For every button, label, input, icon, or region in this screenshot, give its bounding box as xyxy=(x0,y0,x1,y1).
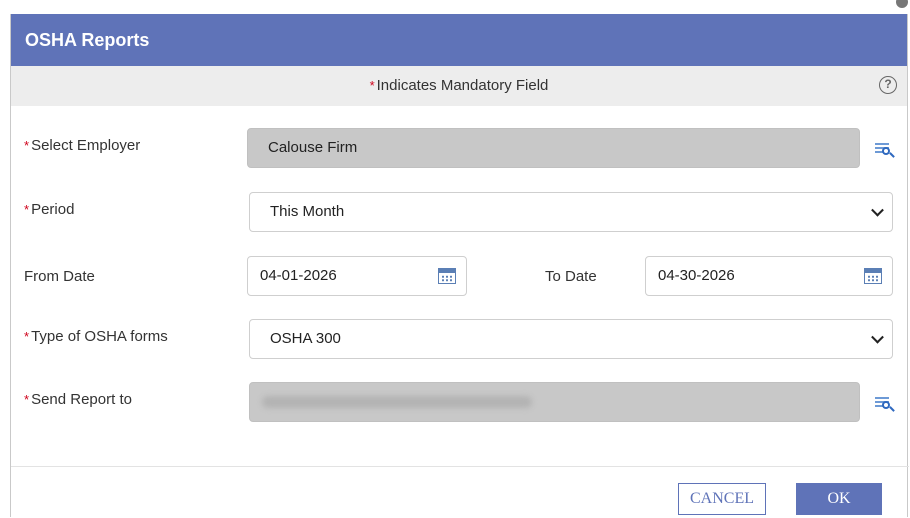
period-label: * Period xyxy=(24,201,75,218)
to-date-calendar-icon[interactable] xyxy=(864,268,882,284)
employer-row: * Select Employer Calouse Firm xyxy=(11,128,909,168)
date-row: From Date 04-01-2026 To Date 04-30-2026 xyxy=(11,256,909,296)
send-report-row: * Send Report to xyxy=(11,382,909,422)
send-report-label: * Send Report to xyxy=(24,391,132,408)
period-select[interactable]: This Month xyxy=(249,192,893,232)
required-marker: * xyxy=(369,78,375,93)
period-row: * Period This Month xyxy=(11,192,909,232)
mandatory-note-text: Indicates Mandatory Field xyxy=(376,77,549,94)
help-icon[interactable]: ? xyxy=(879,76,897,94)
to-date-value: 04-30-2026 xyxy=(658,267,735,284)
from-date-value: 04-01-2026 xyxy=(260,267,337,284)
dialog-title: OSHA Reports xyxy=(11,14,907,66)
dialog-footer: CANCEL OK xyxy=(11,466,909,518)
employer-lookup-icon[interactable] xyxy=(875,142,895,160)
chevron-down-icon xyxy=(871,203,884,217)
osha-form-type-row: * Type of OSHA forms OSHA 300 xyxy=(11,319,909,359)
employer-value: Calouse Firm xyxy=(268,139,358,156)
ok-button[interactable]: OK xyxy=(796,483,882,515)
send-report-field[interactable] xyxy=(249,382,860,422)
from-date-label: From Date xyxy=(24,268,95,285)
osha-form-type-value: OSHA 300 xyxy=(270,330,341,347)
cancel-button[interactable]: CANCEL xyxy=(678,483,766,515)
redacted-recipient xyxy=(262,396,532,408)
osha-reports-dialog: OSHA Reports * Indicates Mandatory Field … xyxy=(10,14,909,518)
window-close-knob xyxy=(896,0,908,8)
send-report-lookup-icon[interactable] xyxy=(875,396,895,414)
mandatory-field-note: * Indicates Mandatory Field ? xyxy=(11,66,907,106)
to-date-input[interactable]: 04-30-2026 xyxy=(645,256,893,296)
osha-form-type-select[interactable]: OSHA 300 xyxy=(249,319,893,359)
employer-label: * Select Employer xyxy=(24,137,141,154)
background-window-edge xyxy=(0,0,910,14)
from-date-input[interactable]: 04-01-2026 xyxy=(247,256,467,296)
chevron-down-icon xyxy=(871,330,884,344)
period-value: This Month xyxy=(270,203,345,220)
osha-form-type-label: * Type of OSHA forms xyxy=(24,328,168,345)
to-date-label: To Date xyxy=(545,268,597,285)
from-date-calendar-icon[interactable] xyxy=(438,268,456,284)
employer-field[interactable]: Calouse Firm xyxy=(247,128,860,168)
